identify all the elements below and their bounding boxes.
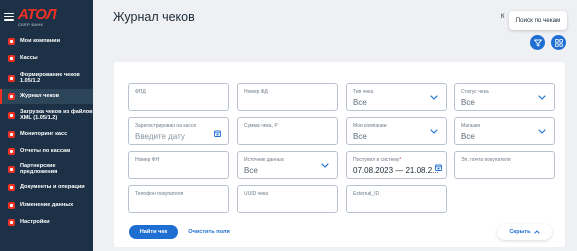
sidebar-item-label: Партнерские предложения (20, 162, 58, 175)
shop-select[interactable]: Магазин Все (454, 117, 555, 145)
sidebar-header: АТОЛ СБЕР БАНК (0, 0, 93, 33)
field-label: Источник данных (244, 157, 285, 163)
sidebar-item-label: Изменение данных (20, 202, 74, 209)
required-mark: * (399, 157, 402, 163)
logo[interactable]: АТОЛ СБЕР БАНК (18, 5, 57, 27)
clear-fields-button[interactable]: Очистить поля (184, 225, 234, 239)
columns-button[interactable] (551, 35, 566, 50)
field-label: Магазин (461, 123, 481, 129)
sidebar-item-label: Мониторинг касс (20, 131, 68, 138)
find-receipt-button[interactable]: Найти чек (129, 225, 178, 239)
buyer-phone-field[interactable]: Телефон покупателя (128, 185, 229, 213)
sidebar-item-label: Документы и операции (20, 184, 85, 191)
field-value: 07.08.2023 — 21.08.2... (353, 166, 439, 175)
sidebar-item-edit-data[interactable]: Изменение данных (0, 197, 93, 214)
documents-icon (8, 184, 15, 191)
filter-icon (533, 39, 542, 46)
sidebar-item-monitoring[interactable]: Мониторинг касс (0, 126, 93, 143)
receipt-create-icon (8, 74, 15, 82)
field-value: Все (353, 132, 367, 141)
registered-date-field[interactable]: Зарегистрирован на кассе Введите дату (128, 117, 229, 145)
sidebar-item-my-companies[interactable]: Мои компании (0, 33, 93, 50)
field-label: Статус чека (461, 89, 489, 95)
receipt-uuid-field[interactable]: UUID чека (237, 185, 338, 213)
report-icon (8, 148, 15, 155)
search-tooltip: Поиск по чекам (509, 11, 567, 30)
page-title: Журнал чеков (113, 10, 195, 24)
field-label: Зарегистрирован на кассе (135, 123, 197, 129)
field-value: Все (244, 166, 258, 175)
chevron-up-icon (533, 230, 540, 234)
filter-button[interactable] (530, 35, 545, 50)
sidebar-item-xml-upload[interactable]: Загрузка чеков из файлов XML (1.05/1.2) (0, 104, 93, 126)
sidebar-item-partners[interactable]: Партнерские предложения (0, 160, 93, 178)
field-value: Все (461, 132, 475, 141)
field-label: UUID чека (244, 191, 269, 197)
chevron-down-icon (430, 95, 438, 100)
sidebar-item-settings[interactable]: Настройки (0, 214, 93, 231)
sidebar-item-documents[interactable]: Документы и операции (0, 178, 93, 197)
journal-icon (8, 93, 15, 100)
receipt-sum-field[interactable]: Сумма чека, Р (237, 117, 338, 145)
sidebar-item-label: Отчеты по кассам (20, 148, 71, 155)
sidebar-item-reports[interactable]: Отчеты по кассам (0, 143, 93, 160)
fn-number-field[interactable]: Номер ФН (128, 151, 229, 179)
grid-settings-icon (554, 38, 563, 47)
chevron-down-icon (321, 163, 329, 168)
partner-icon (8, 165, 15, 173)
field-value: Все (461, 98, 475, 107)
fd-field[interactable]: ФПД (128, 83, 229, 111)
sidebar: АТОЛ СБЕР БАНК Мои компании Кассы Формир… (0, 0, 93, 251)
hide-label: Скрыть (509, 229, 531, 235)
edit-icon (8, 202, 15, 209)
field-label: Номер ФД (244, 89, 268, 95)
hide-filters-button[interactable]: Скрыть (497, 224, 552, 240)
field-label: Тип чека (353, 89, 374, 95)
field-value: Все (353, 98, 367, 107)
field-label: Номер ФН (135, 157, 160, 163)
sidebar-item-label: Журнал чеков (20, 93, 60, 100)
my-companies-select[interactable]: Мои компании Все (346, 117, 447, 145)
monitor-icon (8, 131, 15, 138)
register-icon (8, 55, 15, 62)
data-source-select[interactable]: Источник данных Все (237, 151, 338, 179)
logo-subtext: СБЕР БАНК (18, 21, 44, 27)
settings-icon (8, 219, 15, 226)
receipt-status-select[interactable]: Статус чека Все (454, 83, 555, 111)
sidebar-nav: Мои компании Кассы Формирование чеков 1.… (0, 33, 93, 231)
logo-text: АТОЛ (18, 5, 57, 23)
field-label: ФПД (135, 89, 146, 95)
field-label: Сумма чека, Р (244, 123, 278, 129)
sidebar-item-label: Кассы (20, 55, 38, 62)
field-placeholder: Введите дату (135, 132, 185, 141)
calendar-icon[interactable] (214, 130, 221, 137)
fd-number-field[interactable]: Номер ФД (237, 83, 338, 111)
received-date-range-field[interactable]: Поступил в систему* 07.08.2023 — 21.08.2… (346, 151, 447, 179)
external-id-field[interactable]: External_ID (346, 185, 447, 213)
chevron-down-icon (430, 129, 438, 134)
menu-icon[interactable] (4, 12, 14, 21)
sidebar-item-receipt-journal[interactable]: Журнал чеков (0, 89, 93, 104)
sidebar-item-label: Загрузка чеков из файлов XML (1.05/1.2) (20, 108, 93, 121)
receipt-type-select[interactable]: Тип чека Все (346, 83, 447, 111)
field-label: Мои компании (353, 123, 387, 129)
sidebar-item-label: Мои компании (20, 38, 61, 45)
sidebar-item-registers[interactable]: Кассы (0, 50, 93, 67)
field-label: Поступил в систему* (353, 157, 402, 163)
upload-icon (8, 111, 15, 119)
chevron-down-icon (538, 129, 546, 134)
building-icon (8, 38, 15, 45)
field-label: Эл. почта покупателя (461, 157, 511, 163)
field-label: External_ID (353, 191, 380, 197)
sidebar-item-label: Настройки (20, 219, 50, 226)
field-label: Телефон покупателя (135, 191, 184, 197)
sidebar-item-label: Формирование чеков 1.05/1.2 (20, 71, 80, 84)
sidebar-item-receipt-create[interactable]: Формирование чеков 1.05/1.2 (0, 67, 93, 89)
buyer-email-field[interactable]: Эл. почта покупателя (454, 151, 555, 179)
chevron-down-icon (538, 95, 546, 100)
calendar-icon[interactable] (435, 164, 442, 171)
user-initial[interactable]: К (501, 14, 505, 20)
